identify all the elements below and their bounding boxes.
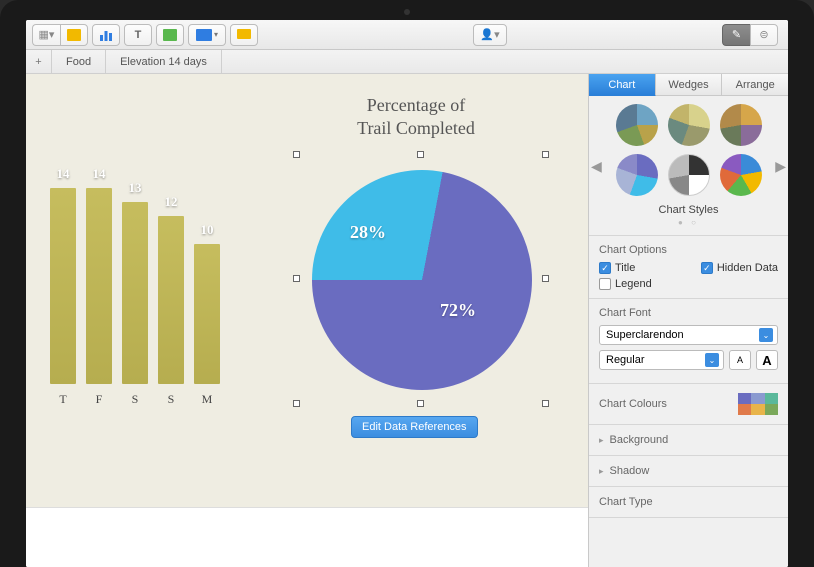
background-row[interactable]: ▸Background (589, 424, 788, 455)
colour-palette-swatch[interactable] (738, 393, 778, 415)
bar-value: 13 (129, 180, 142, 196)
bar-category: T (50, 392, 76, 407)
font-family-select[interactable]: Superclarendon⌄ (599, 325, 778, 345)
resize-handle[interactable] (542, 151, 549, 158)
chart-options-section: Chart Options ✓Title ✓Hidden Data Legend (589, 235, 788, 298)
inspector-tab-arrange[interactable]: Arrange (722, 74, 788, 96)
bar-category: F (86, 392, 112, 407)
collaborate-button[interactable]: 👤▾ (473, 24, 507, 46)
chart-style-swatch[interactable] (668, 154, 710, 196)
media-button[interactable]: ▾ (188, 24, 226, 46)
styles-next-button[interactable]: ▶ (775, 158, 786, 175)
resize-handle[interactable] (542, 275, 549, 282)
option-title-checkbox[interactable]: ✓Title (599, 262, 635, 274)
inspector-tab-wedges[interactable]: Wedges (656, 74, 723, 96)
table-button[interactable] (60, 24, 88, 46)
styles-prev-button[interactable]: ◀ (591, 158, 602, 175)
sheet-tabs: + Food Elevation 14 days (26, 50, 788, 74)
bar-chart[interactable]: 14 14 13 12 10 T F S S M (26, 164, 236, 407)
toolbar: ▦▾ T ▾ 👤▾ ✎ ⊜ (26, 20, 788, 50)
chart-type-row[interactable]: Chart Type (589, 486, 788, 518)
option-legend-checkbox[interactable]: Legend (599, 278, 778, 290)
chart-colours-row[interactable]: Chart Colours (589, 383, 788, 424)
edit-data-references-button[interactable]: Edit Data References (351, 416, 478, 438)
format-button[interactable]: ✎ (722, 24, 750, 46)
comment-button[interactable] (230, 24, 258, 46)
format-inspector: Chart Wedges Arrange ◀ ▶ Chart Styles (588, 74, 788, 567)
section-title: Chart Font (599, 307, 778, 319)
font-weight-select[interactable]: Regular⌄ (599, 350, 724, 370)
bar-value: 14 (57, 166, 70, 182)
resize-handle[interactable] (293, 151, 300, 158)
canvas[interactable]: 14 14 13 12 10 T F S S M Percentage of T… (26, 74, 588, 567)
sheet-tab-elevation[interactable]: Elevation 14 days (106, 50, 222, 73)
chart-style-swatch[interactable] (616, 104, 658, 146)
inspector-tab-chart[interactable]: Chart (589, 74, 656, 96)
shape-button[interactable] (156, 24, 184, 46)
font-size-decrease-button[interactable]: A (729, 350, 751, 370)
sheet-tab-food[interactable]: Food (52, 50, 106, 73)
resize-handle[interactable] (417, 151, 424, 158)
shadow-row[interactable]: ▸Shadow (589, 455, 788, 486)
bar-value: 14 (93, 166, 106, 182)
font-size-increase-button[interactable]: A (756, 350, 778, 370)
section-title: Chart Options (599, 244, 778, 256)
bar-category: M (194, 392, 220, 407)
chart-styles-picker: ◀ ▶ Chart Styles ● ○ (589, 96, 788, 235)
canvas-blank-area (26, 507, 588, 567)
chart-styles-label: Chart Styles (601, 204, 776, 216)
chart-style-swatch[interactable] (616, 154, 658, 196)
pie-chart[interactable]: 28% 72% (312, 170, 532, 390)
pie-chart-selection[interactable]: 28% 72% (296, 154, 546, 404)
text-button[interactable]: T (124, 24, 152, 46)
sort-filter-button[interactable]: ⊜ (750, 24, 778, 46)
pie-slice-label: 28% (350, 222, 386, 243)
resize-handle[interactable] (542, 400, 549, 407)
resize-handle[interactable] (293, 400, 300, 407)
resize-handle[interactable] (417, 400, 424, 407)
add-sheet-button[interactable]: + (26, 50, 52, 73)
resize-handle[interactable] (293, 275, 300, 282)
chart-button[interactable] (92, 24, 120, 46)
chart-style-swatch[interactable] (720, 104, 762, 146)
chart-font-section: Chart Font Superclarendon⌄ Regular⌄ A A (589, 298, 788, 383)
chart-style-swatch[interactable] (668, 104, 710, 146)
bar-category: S (122, 392, 148, 407)
pie-slice-label: 72% (440, 300, 476, 321)
option-hidden-data-checkbox[interactable]: ✓Hidden Data (701, 262, 778, 274)
styles-page-dots: ● ○ (601, 218, 776, 227)
bar-value: 12 (165, 194, 178, 210)
view-menu-button[interactable]: ▦▾ (32, 24, 60, 46)
bar-category: S (158, 392, 184, 407)
chart-title: Percentage of Trail Completed (306, 94, 526, 141)
chart-style-swatch[interactable] (720, 154, 762, 196)
bar-value: 10 (201, 222, 214, 238)
